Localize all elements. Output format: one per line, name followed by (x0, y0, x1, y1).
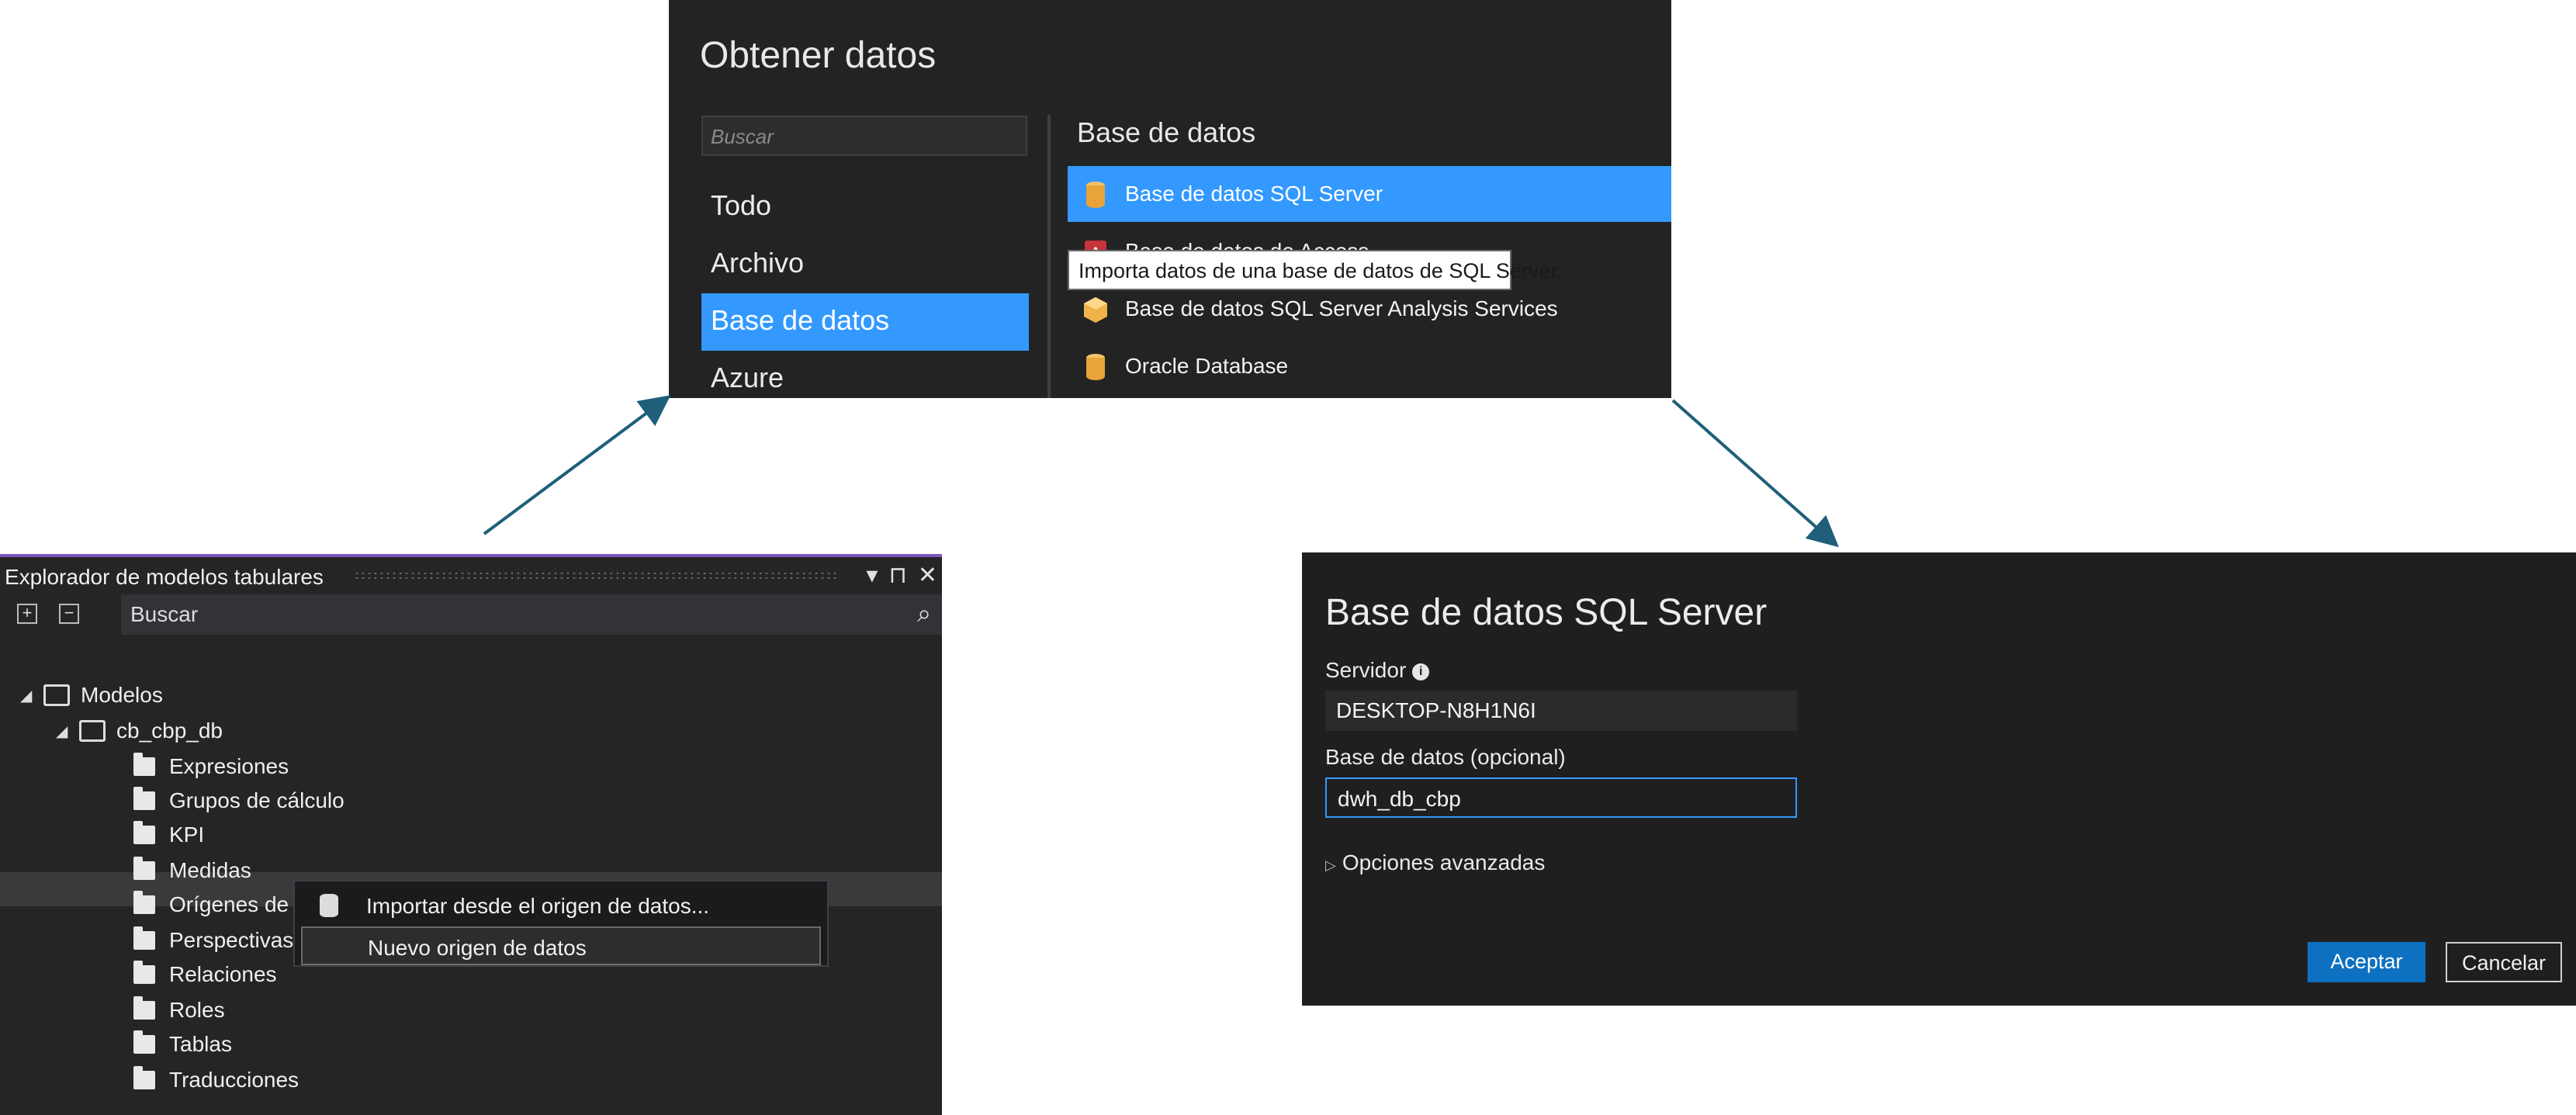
folder-icon (133, 1030, 155, 1054)
source-label: Base de datos SQL Server Analysis Servic… (1125, 296, 1558, 320)
advanced-options-toggle[interactable]: ▷ Opciones avanzadas (1325, 850, 1545, 875)
expanded-arrow-icon[interactable]: ◢ (56, 722, 79, 741)
tree-item-grupos[interactable]: Grupos de cálculo (133, 784, 345, 818)
expand-all-icon[interactable]: + (17, 604, 37, 624)
folder-icon (133, 857, 155, 880)
category-todo[interactable]: Todo (701, 178, 1029, 236)
category-archivo[interactable]: Archivo (701, 236, 1029, 293)
dialog-title: Obtener datos (700, 35, 937, 76)
folder-icon (133, 996, 155, 1020)
tree-item-traducciones[interactable]: Traducciones (133, 1063, 299, 1097)
arrow-getdata-to-sql (1671, 399, 1839, 548)
context-menu: Importar desde el origen de datos... Nue… (293, 880, 829, 967)
folder-icon (133, 753, 155, 776)
tree-item-perspectivas[interactable]: Perspectivas (133, 923, 293, 957)
pin-icon[interactable]: ⊓ (888, 562, 906, 589)
get-data-dialog: Obtener datos Buscar Todo Archivo Base d… (669, 0, 1671, 398)
close-icon[interactable]: ✕ (918, 562, 937, 589)
explorer-toolbar: + − Buscar ⌕ (0, 594, 942, 638)
cylinder-icon (1086, 354, 1105, 380)
search-input[interactable]: Buscar (701, 116, 1027, 156)
arrow-explorer-to-getdata (483, 395, 671, 535)
cylinder-icon (1086, 182, 1105, 208)
server-label: Servidor i (1325, 658, 1430, 683)
database-icon (320, 894, 338, 917)
drag-grip[interactable] (354, 571, 838, 580)
ok-button[interactable]: Aceptar (2308, 942, 2425, 982)
info-icon[interactable]: i (1412, 663, 1430, 680)
explorer-titlebar: Explorador de modelos tabulares ▾ ⊓ ✕ (0, 554, 942, 591)
category-azure[interactable]: Azure (701, 351, 1029, 398)
category-base-de-datos[interactable]: Base de datos (701, 293, 1029, 351)
menu-item-new-source[interactable]: Nuevo origen de datos (301, 926, 821, 965)
search-icon[interactable]: ⌕ (917, 599, 931, 628)
folder-icon (133, 821, 155, 844)
expanded-arrow-icon[interactable]: ◢ (20, 686, 43, 705)
database-label: Base de datos (opcional) (1325, 745, 1566, 769)
models-icon (43, 684, 70, 706)
tree-item-kpi[interactable]: KPI (133, 818, 204, 852)
source-label: Base de datos SQL Server (1125, 182, 1383, 206)
source-label: Oracle Database (1125, 354, 1289, 378)
section-title: Base de datos (1077, 116, 1256, 148)
tree-item-roles[interactable]: Roles (133, 993, 225, 1027)
divider (1047, 115, 1051, 398)
folder-icon (133, 787, 155, 810)
explorer-title: Explorador de modelos tabulares (5, 565, 324, 589)
tree-item-model[interactable]: ◢ cb_cbp_db (56, 714, 223, 748)
expand-arrow-icon: ▷ (1325, 857, 1336, 873)
tooltip: Importa datos de una base de datos de SQ… (1068, 250, 1562, 290)
tree-item-modelos[interactable]: ◢ Modelos (20, 678, 163, 712)
folder-icon (133, 1066, 155, 1089)
sql-server-dialog: Base de datos SQL Server Servidor i DESKT… (1302, 552, 2576, 1006)
tree-item-relaciones[interactable]: Relaciones (133, 957, 277, 992)
collapse-all-icon[interactable]: − (59, 604, 79, 624)
database-field[interactable]: dwh_db_cbp (1325, 777, 1797, 818)
tabular-model-explorer: Explorador de modelos tabulares ▾ ⊓ ✕ + … (0, 554, 942, 1115)
cancel-button[interactable]: Cancelar (2446, 942, 2562, 982)
source-oracle[interactable]: Oracle Database (1068, 338, 1671, 394)
dialog-title: Base de datos SQL Server (1325, 592, 1768, 633)
tree-item-tablas[interactable]: Tablas (133, 1027, 232, 1061)
folder-icon (133, 891, 155, 914)
folder-icon (133, 926, 155, 950)
dropdown-icon[interactable]: ▾ (866, 562, 878, 589)
search-placeholder: Buscar (130, 602, 199, 626)
explorer-search-input[interactable]: Buscar ⌕ (121, 594, 942, 635)
tree-item-medidas[interactable]: Medidas (133, 854, 251, 888)
cube-icon (1084, 297, 1107, 323)
menu-item-import[interactable]: Importar desde el origen de datos... (301, 886, 821, 925)
folder-icon (133, 961, 155, 984)
server-field[interactable]: DESKTOP-N8H1N6I (1325, 691, 1797, 731)
model-icon (79, 720, 106, 742)
tree-item-expresiones[interactable]: Expresiones (133, 750, 289, 784)
source-sql-server[interactable]: Base de datos SQL Server (1068, 166, 1671, 222)
